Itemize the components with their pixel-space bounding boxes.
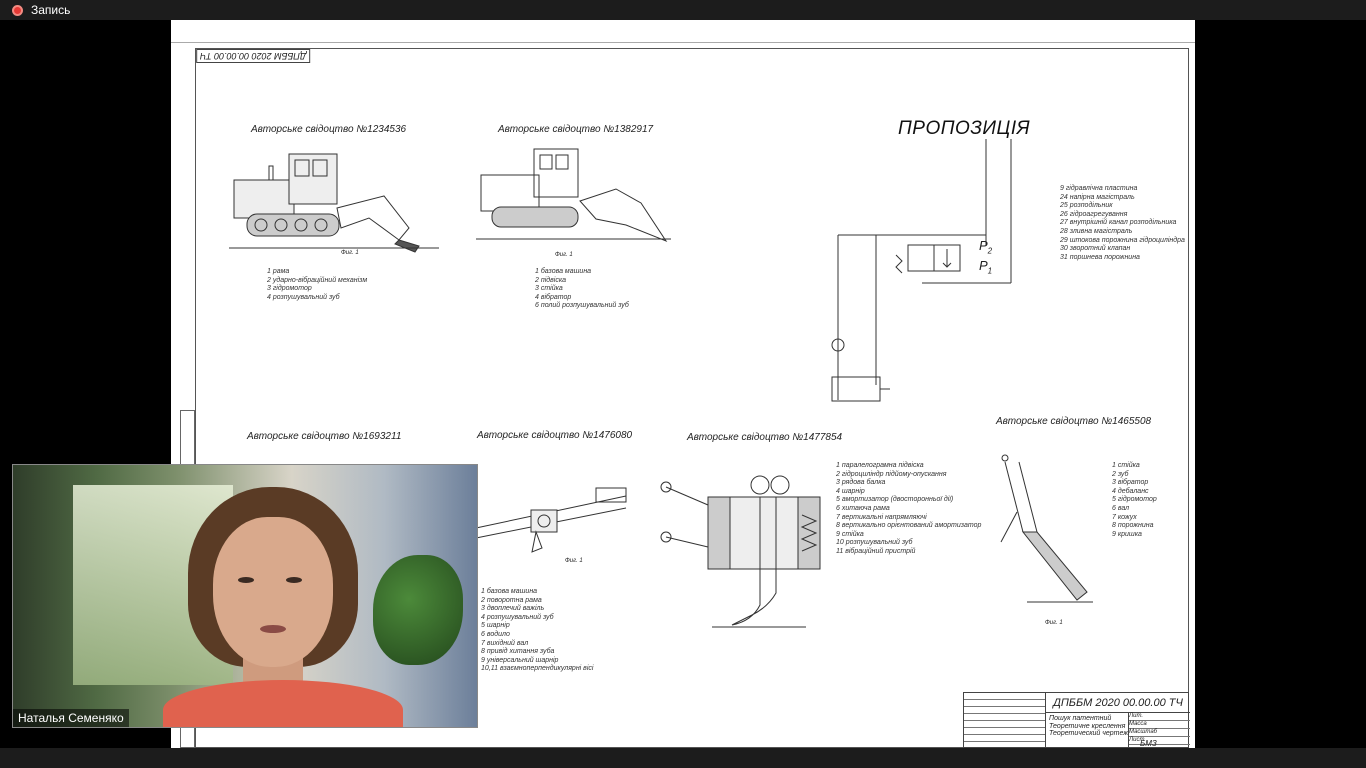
title-block-grid <box>964 693 1046 749</box>
legend-item: 1 паралелограмна підвіска <box>836 462 924 469</box>
title-block-cells: Лит. Масса Масштаб Лист <box>1128 713 1190 749</box>
participant-mouth <box>260 625 286 633</box>
fig-label-2: Фиг. 1 <box>555 252 573 258</box>
bulldozer-drawing-1 <box>229 153 439 253</box>
legend-item: 1 базова машина <box>535 268 592 275</box>
legend-item: 2 поворотна рама <box>481 596 542 604</box>
rotary-frame-drawing <box>475 487 627 553</box>
patent-legend-1: 1 рама 2 ударно-вібраційний механізм 3 г… <box>267 268 367 302</box>
legend-item: 24 напірна магістраль <box>1060 193 1135 201</box>
legend-item: 25 розподільник <box>1060 202 1113 210</box>
ripper-tooth-drawing <box>1000 454 1093 603</box>
legend-item: 5 амортизатор (двосторонньої дії) <box>836 496 954 504</box>
hydraulic-scheme <box>831 139 1012 402</box>
legend-item: 5 шарнір <box>481 622 510 630</box>
legend-item: 6 хитаюча рама <box>836 504 890 512</box>
legend-item: 3 двоплечий важіль <box>481 605 545 613</box>
legend-item: 5 гідромотор <box>1112 496 1157 504</box>
patent-legend-5: 1 паралелограмна підвіска 2 гідроциліндр… <box>836 462 981 557</box>
pressure-label-p2: P2 <box>979 238 992 256</box>
legend-item: 27 внутрішній канал розподільника <box>1060 219 1177 227</box>
patent-legend-4: 1 базова машина 2 поворотна рама 3 двопл… <box>481 588 593 674</box>
fig-label-1: Фиг. 1 <box>341 250 359 256</box>
legend-item: 2 підвіска <box>535 276 567 284</box>
legend-item: 3 вібратор <box>1112 479 1149 487</box>
proposition-legend: 9 гідравлічна пластина 24 напірна магіст… <box>1060 185 1185 262</box>
bulldozer-drawing-2 <box>476 148 671 243</box>
pressure-label-p1: P1 <box>979 258 992 276</box>
sheet-top-line <box>171 42 1195 43</box>
patent-legend-6: 1 стійка 2 зуб 3 вібратор 4 дебаланс 5 г… <box>1112 462 1157 539</box>
background-plant <box>373 555 463 665</box>
fig-label-4: Фиг. 1 <box>565 558 583 564</box>
legend-item: 6 полий розпушувальний зуб <box>535 302 629 310</box>
legend-item: 7 вихідний вал <box>481 639 529 647</box>
legend-item: 2 ударно-вібраційний механізм <box>267 276 368 284</box>
legend-item: 10,11 взаємноперпендикулярні вісі <box>481 665 594 673</box>
legend-item: 2 гідроциліндр підйому-опускання <box>836 470 947 478</box>
legend-item: 28 зливна магістраль <box>1060 227 1133 235</box>
left-eye <box>238 577 254 583</box>
participant-name-tag: Наталья Семеняко <box>13 709 129 727</box>
tb-cell: Масштаб <box>1129 729 1190 737</box>
bottom-bar <box>0 748 1366 768</box>
participant-video[interactable]: Наталья Семеняко <box>12 464 478 728</box>
legend-item: 30 зворотний клапан <box>1060 245 1131 253</box>
legend-item: 8 вертикально орієнтований амортизатор <box>836 522 982 530</box>
legend-item: 31 поршнева порожнина <box>1060 253 1140 261</box>
patent-caption-4: Авторське свідоцтво №1476080 <box>477 430 633 441</box>
patent-caption-1: Авторське свідоцтво №1234536 <box>251 124 407 135</box>
participant-shirt <box>163 680 403 727</box>
p2-sub: 2 <box>987 246 993 256</box>
top-bar: Запись <box>0 0 1366 20</box>
participant-face <box>213 517 333 667</box>
title-block-name: Пошук патентний Теоретичне креслення Тео… <box>1049 715 1128 738</box>
legend-item: 1 рама <box>267 268 290 275</box>
vibration-ripper-drawing <box>660 475 821 628</box>
legend-item: 7 кожух <box>1112 513 1137 521</box>
p1-text: P <box>979 258 988 273</box>
legend-item: 8 привід хитання зуба <box>481 648 555 656</box>
legend-item: 9 гідравлічна пластина <box>1060 185 1138 192</box>
title-block-doc: ДПББМ 2020 00.00.00 ТЧ <box>1046 693 1190 713</box>
legend-item: 10 розпушувальний зуб <box>836 539 913 547</box>
legend-item: 2 зуб <box>1112 470 1129 478</box>
legend-item: 7 вертикальні напрямляючі <box>836 513 927 521</box>
tb-cell: Лист <box>1129 737 1190 745</box>
title-line: Пошук патентний <box>1049 715 1112 722</box>
legend-item: 1 базова машина <box>481 588 538 595</box>
fig-label-6: Фиг. 1 <box>1045 620 1063 626</box>
right-eye <box>286 577 302 583</box>
legend-item: 6 вал <box>1112 504 1130 512</box>
patent-caption-5: Авторське свідоцтво №1477854 <box>687 432 843 443</box>
title-line: Теоретический чертеж <box>1049 730 1129 737</box>
tb-cell: Лит. <box>1129 713 1190 721</box>
patent-caption-6: Авторське свідоцтво №1465508 <box>996 416 1152 427</box>
legend-item: 3 рядова балка <box>836 479 886 487</box>
legend-item: 11 вібраційний пристрій <box>836 547 916 555</box>
legend-item: 4 розпушувальний зуб <box>267 293 340 301</box>
legend-item: 9 кришка <box>1112 530 1142 538</box>
title-block: ДПББМ 2020 00.00.00 ТЧ Пошук патентний Т… <box>963 692 1190 749</box>
patent-caption-2: Авторське свідоцтво №1382917 <box>498 124 654 135</box>
p1-sub: 1 <box>987 266 993 276</box>
patent-legend-2: 1 базова машина 2 підвіска 3 стійка 4 ві… <box>535 268 629 311</box>
title-block-org: БМЗ <box>1140 739 1157 748</box>
legend-item: 3 стійка <box>535 285 563 293</box>
legend-item: 6 водило <box>481 630 510 638</box>
legend-item: 8 порожнина <box>1112 522 1154 530</box>
record-icon <box>12 4 23 16</box>
legend-item: 1 стійка <box>1112 462 1140 469</box>
tb-cell: Масса <box>1129 721 1190 729</box>
legend-item: 29 штокова порожнина гідроциліндра <box>1060 236 1185 244</box>
title-line: Теоретичне креслення <box>1049 722 1126 730</box>
corner-stamp: ДПББМ 2020 00.00.00 ТЧ <box>196 49 311 63</box>
legend-item: 3 гідромотор <box>267 285 312 293</box>
recording-label: Запись <box>31 3 71 17</box>
p2-text: P <box>979 238 988 253</box>
patent-caption-3: Авторське свідоцтво №1693211 <box>247 431 402 442</box>
recording-indicator[interactable]: Запись <box>12 3 70 17</box>
